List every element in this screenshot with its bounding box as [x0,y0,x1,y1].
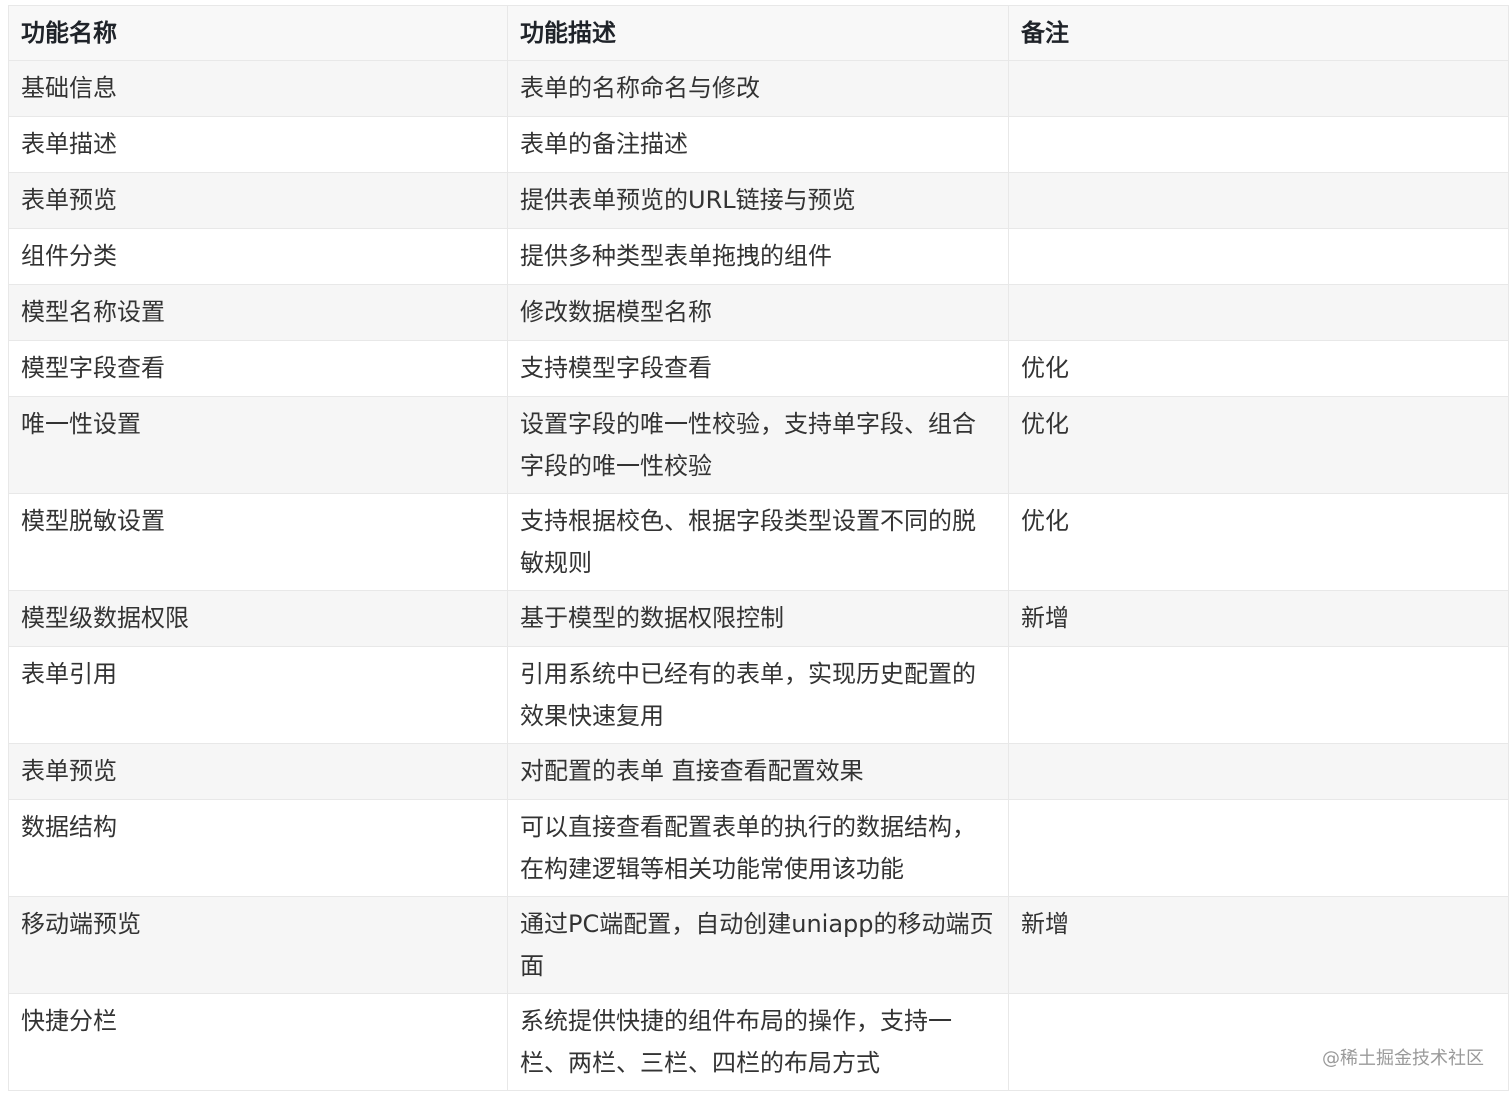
table-row: 组件分类 提供多种类型表单拖拽的组件 [8,228,1509,285]
table-row: 表单引用 引用系统中已经有的表单，实现历史配置的效果快速复用 [8,646,1509,744]
cell-feature-name: 模型字段查看 [8,340,508,397]
feature-table-container: 功能名称 功能描述 备注 基础信息 表单的名称命名与修改 表单描述 表单的备注描… [8,5,1509,1091]
cell-feature-name: 组件分类 [8,228,508,285]
cell-feature-name: 唯一性设置 [8,396,508,494]
cell-remark [1008,284,1509,341]
table-row: 移动端预览 通过PC端配置，自动创建uniapp的移动端页面 新增 [8,896,1509,994]
cell-feature-name: 移动端预览 [8,896,508,994]
cell-feature-description: 支持根据校色、根据字段类型设置不同的脱敏规则 [507,493,1009,591]
table-header-row: 功能名称 功能描述 备注 [8,5,1509,61]
cell-feature-name: 模型脱敏设置 [8,493,508,591]
cell-feature-name: 模型级数据权限 [8,590,508,647]
cell-remark [1008,743,1509,800]
cell-feature-description: 可以直接查看配置表单的执行的数据结构，在构建逻辑等相关功能常使用该功能 [507,799,1009,897]
cell-feature-description: 支持模型字段查看 [507,340,1009,397]
cell-remark: 优化 [1008,396,1509,494]
cell-feature-description: 表单的名称命名与修改 [507,60,1009,117]
header-remark: 备注 [1008,5,1509,61]
cell-remark: 新增 [1008,896,1509,994]
table-row: 表单预览 对配置的表单 直接查看配置效果 [8,743,1509,800]
table-row: 唯一性设置 设置字段的唯一性校验，支持单字段、组合字段的唯一性校验 优化 [8,396,1509,494]
feature-table: 功能名称 功能描述 备注 基础信息 表单的名称命名与修改 表单描述 表单的备注描… [8,5,1509,1091]
cell-remark [1008,228,1509,285]
cell-feature-description: 提供多种类型表单拖拽的组件 [507,228,1009,285]
cell-feature-description: 基于模型的数据权限控制 [507,590,1009,647]
table-row: 模型脱敏设置 支持根据校色、根据字段类型设置不同的脱敏规则 优化 [8,493,1509,591]
table-row: 模型名称设置 修改数据模型名称 [8,284,1509,341]
cell-feature-description: 表单的备注描述 [507,116,1009,173]
table-row: 快捷分栏 系统提供快捷的组件布局的操作，支持一栏、两栏、三栏、四栏的布局方式 [8,993,1509,1091]
cell-feature-name: 数据结构 [8,799,508,897]
cell-feature-name: 快捷分栏 [8,993,508,1091]
header-feature-name: 功能名称 [8,5,508,61]
header-feature-description: 功能描述 [507,5,1009,61]
cell-remark: 优化 [1008,493,1509,591]
table-row: 数据结构 可以直接查看配置表单的执行的数据结构，在构建逻辑等相关功能常使用该功能 [8,799,1509,897]
cell-feature-description: 引用系统中已经有的表单，实现历史配置的效果快速复用 [507,646,1009,744]
cell-remark: 新增 [1008,590,1509,647]
cell-feature-description: 通过PC端配置，自动创建uniapp的移动端页面 [507,896,1009,994]
cell-feature-name: 表单预览 [8,743,508,800]
cell-remark [1008,116,1509,173]
cell-feature-description: 修改数据模型名称 [507,284,1009,341]
cell-feature-name: 表单预览 [8,172,508,229]
table-row: 模型级数据权限 基于模型的数据权限控制 新增 [8,590,1509,647]
cell-feature-name: 模型名称设置 [8,284,508,341]
cell-feature-description: 系统提供快捷的组件布局的操作，支持一栏、两栏、三栏、四栏的布局方式 [507,993,1009,1091]
cell-feature-name: 表单引用 [8,646,508,744]
table-row: 表单预览 提供表单预览的URL链接与预览 [8,172,1509,229]
table-row: 模型字段查看 支持模型字段查看 优化 [8,340,1509,397]
table-row: 基础信息 表单的名称命名与修改 [8,60,1509,117]
cell-feature-name: 基础信息 [8,60,508,117]
watermark: @稀土掘金技术社区 [1322,1048,1484,1069]
cell-feature-description: 提供表单预览的URL链接与预览 [507,172,1009,229]
cell-feature-name: 表单描述 [8,116,508,173]
cell-remark [1008,60,1509,117]
cell-feature-description: 对配置的表单 直接查看配置效果 [507,743,1009,800]
cell-remark [1008,799,1509,897]
cell-remark [1008,646,1509,744]
cell-remark [1008,993,1509,1091]
cell-remark: 优化 [1008,340,1509,397]
cell-remark [1008,172,1509,229]
cell-feature-description: 设置字段的唯一性校验，支持单字段、组合字段的唯一性校验 [507,396,1009,494]
table-row: 表单描述 表单的备注描述 [8,116,1509,173]
